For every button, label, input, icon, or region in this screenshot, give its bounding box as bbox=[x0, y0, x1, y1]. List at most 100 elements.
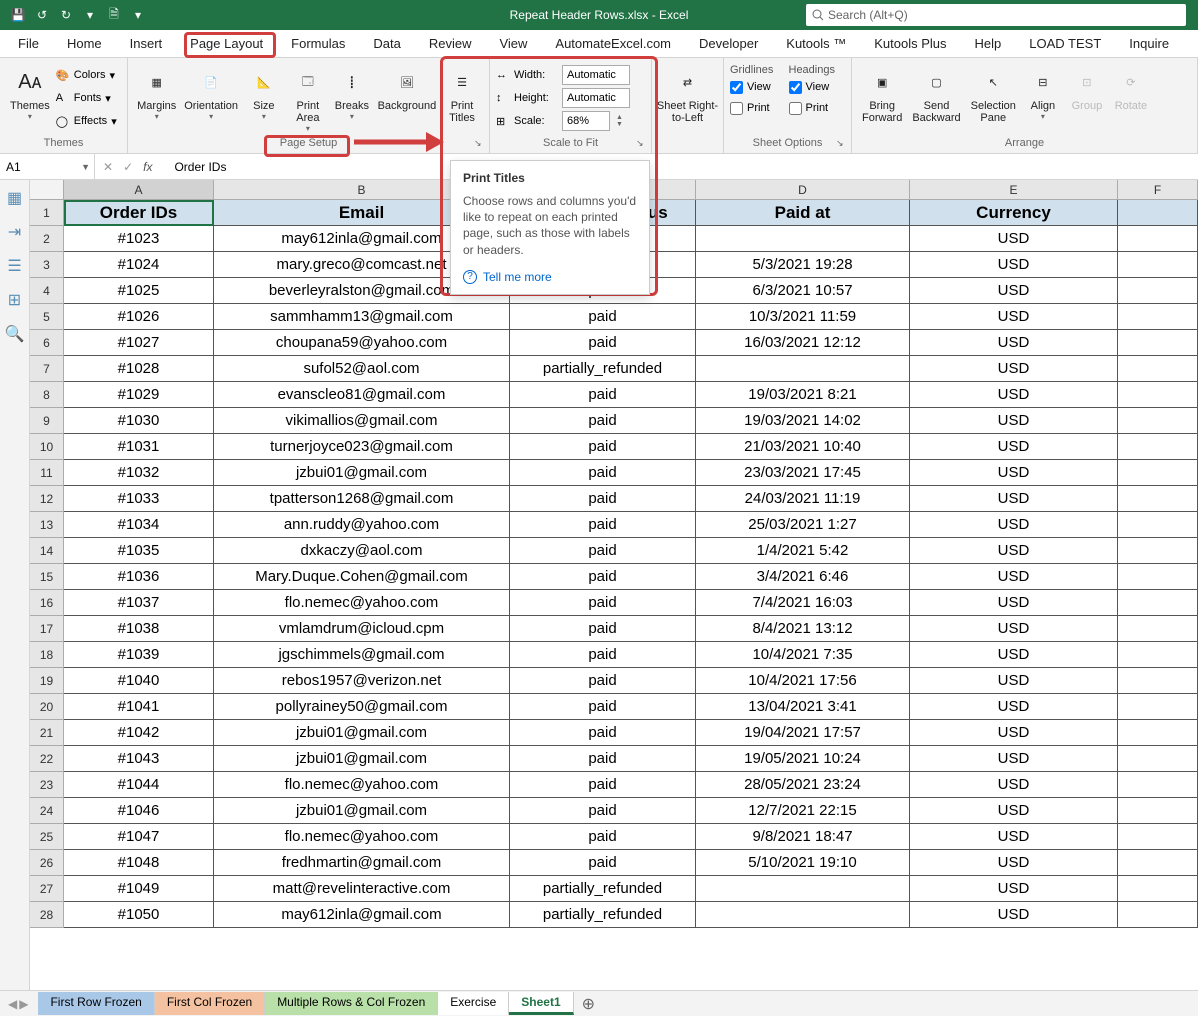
cell[interactable]: paid bbox=[510, 408, 696, 434]
cell[interactable]: USD bbox=[910, 590, 1118, 616]
cell[interactable] bbox=[1118, 252, 1198, 278]
cell[interactable] bbox=[1118, 564, 1198, 590]
cell[interactable]: USD bbox=[910, 330, 1118, 356]
row-header[interactable]: 18 bbox=[30, 642, 64, 668]
cell[interactable]: USD bbox=[910, 538, 1118, 564]
row-header[interactable]: 26 bbox=[30, 850, 64, 876]
cell[interactable]: 5/3/2021 19:28 bbox=[696, 252, 910, 278]
cell[interactable]: partially_refunded bbox=[510, 902, 696, 928]
row-header[interactable]: 8 bbox=[30, 382, 64, 408]
cell[interactable]: USD bbox=[910, 642, 1118, 668]
cell[interactable]: 19/04/2021 17:57 bbox=[696, 720, 910, 746]
cell[interactable] bbox=[1118, 434, 1198, 460]
cell[interactable]: vikimallios@gmail.com bbox=[214, 408, 510, 434]
name-box[interactable]: ▼ bbox=[0, 154, 95, 179]
cell[interactable] bbox=[1118, 200, 1198, 226]
scale-down-icon[interactable]: ▼ bbox=[616, 121, 623, 128]
cell[interactable]: choupana59@yahoo.com bbox=[214, 330, 510, 356]
tab-home[interactable]: Home bbox=[53, 32, 116, 55]
cell[interactable]: 10/3/2021 11:59 bbox=[696, 304, 910, 330]
cell[interactable]: USD bbox=[910, 824, 1118, 850]
cell[interactable]: jzbui01@gmail.com bbox=[214, 746, 510, 772]
cell[interactable]: #1036 bbox=[64, 564, 214, 590]
cell[interactable]: paid bbox=[510, 746, 696, 772]
cell[interactable] bbox=[1118, 720, 1198, 746]
tab-data[interactable]: Data bbox=[359, 32, 414, 55]
cell[interactable]: 12/7/2021 22:15 bbox=[696, 798, 910, 824]
cell[interactable]: #1035 bbox=[64, 538, 214, 564]
cell[interactable]: USD bbox=[910, 850, 1118, 876]
row-header[interactable]: 10 bbox=[30, 434, 64, 460]
cell[interactable] bbox=[1118, 408, 1198, 434]
cell[interactable]: paid bbox=[510, 538, 696, 564]
print-titles-button[interactable]: ☰Print Titles bbox=[441, 64, 483, 126]
cell[interactable]: sufol52@aol.com bbox=[214, 356, 510, 382]
fonts-button[interactable]: AFonts ▾ bbox=[56, 87, 117, 109]
cell[interactable]: jgschimmels@gmail.com bbox=[214, 642, 510, 668]
spreadsheet-grid[interactable]: ABCDEF 1Order IDsEmailFinancial StatusPa… bbox=[30, 180, 1198, 990]
cell[interactable] bbox=[1118, 876, 1198, 902]
cell[interactable] bbox=[1118, 616, 1198, 642]
cell[interactable]: #1029 bbox=[64, 382, 214, 408]
row-header[interactable]: 21 bbox=[30, 720, 64, 746]
cell[interactable]: #1039 bbox=[64, 642, 214, 668]
cell[interactable]: flo.nemec@yahoo.com bbox=[214, 590, 510, 616]
cell[interactable]: turnerjoyce023@gmail.com bbox=[214, 434, 510, 460]
cell[interactable]: 13/04/2021 3:41 bbox=[696, 694, 910, 720]
file-new-icon[interactable]: 🗎 bbox=[104, 5, 124, 25]
headings-view-checkbox[interactable]: View bbox=[789, 77, 846, 97]
tab-kutools-plus[interactable]: Kutools Plus bbox=[860, 32, 960, 55]
cell[interactable]: #1042 bbox=[64, 720, 214, 746]
add-sheet-button[interactable]: ⊕ bbox=[574, 994, 603, 1014]
row-header[interactable]: 22 bbox=[30, 746, 64, 772]
cell[interactable]: paid bbox=[510, 616, 696, 642]
cell[interactable]: 9/8/2021 18:47 bbox=[696, 824, 910, 850]
row-header[interactable]: 4 bbox=[30, 278, 64, 304]
cell[interactable]: #1047 bbox=[64, 824, 214, 850]
cell[interactable]: Paid at bbox=[696, 200, 910, 226]
cell[interactable]: #1041 bbox=[64, 694, 214, 720]
cell[interactable]: flo.nemec@yahoo.com bbox=[214, 824, 510, 850]
cell[interactable] bbox=[1118, 486, 1198, 512]
tab-view[interactable]: View bbox=[485, 32, 541, 55]
bring-forward-button[interactable]: ▣Bring Forward bbox=[858, 64, 906, 126]
cell[interactable]: #1031 bbox=[64, 434, 214, 460]
sheet-tab-first-col-frozen[interactable]: First Col Frozen bbox=[155, 992, 265, 1015]
save-icon[interactable]: 💾 bbox=[8, 5, 28, 25]
cell[interactable]: evanscleo81@gmail.com bbox=[214, 382, 510, 408]
cell[interactable]: USD bbox=[910, 902, 1118, 928]
cell[interactable]: #1044 bbox=[64, 772, 214, 798]
row-header[interactable]: 20 bbox=[30, 694, 64, 720]
row-header[interactable]: 24 bbox=[30, 798, 64, 824]
tab-automateexcel-com[interactable]: AutomateExcel.com bbox=[541, 32, 685, 55]
cell[interactable]: #1046 bbox=[64, 798, 214, 824]
cell[interactable]: #1024 bbox=[64, 252, 214, 278]
breaks-button[interactable]: ┋Breaks▾ bbox=[331, 64, 373, 123]
sheet-rtl-button[interactable]: ⇄Sheet Right- to-Left bbox=[658, 64, 717, 126]
cell[interactable]: tpatterson1268@gmail.com bbox=[214, 486, 510, 512]
row-header[interactable]: 25 bbox=[30, 824, 64, 850]
tab-review[interactable]: Review bbox=[415, 32, 486, 55]
cell[interactable]: USD bbox=[910, 512, 1118, 538]
confirm-formula-icon[interactable]: ✓ bbox=[123, 160, 133, 174]
cell[interactable]: Mary.Duque.Cohen@gmail.com bbox=[214, 564, 510, 590]
cell[interactable]: paid bbox=[510, 772, 696, 798]
cell[interactable] bbox=[1118, 278, 1198, 304]
cell[interactable]: may612inla@gmail.com bbox=[214, 902, 510, 928]
row-header[interactable]: 7 bbox=[30, 356, 64, 382]
cell[interactable] bbox=[696, 356, 910, 382]
cell[interactable]: USD bbox=[910, 278, 1118, 304]
cell[interactable]: 28/05/2021 23:24 bbox=[696, 772, 910, 798]
tab-page-layout[interactable]: Page Layout bbox=[176, 32, 277, 55]
selection-pane-button[interactable]: ↖Selection Pane bbox=[967, 64, 1020, 126]
sheet-tab-multiple-rows-col-frozen[interactable]: Multiple Rows & Col Frozen bbox=[265, 992, 438, 1015]
grid-icon[interactable]: ⊞ bbox=[8, 290, 21, 310]
width-select[interactable] bbox=[562, 65, 630, 85]
cell[interactable] bbox=[696, 876, 910, 902]
sheet-tab-sheet1[interactable]: Sheet1 bbox=[509, 992, 573, 1015]
cell[interactable]: paid bbox=[510, 824, 696, 850]
scale-up-icon[interactable]: ▲ bbox=[616, 114, 623, 121]
height-select[interactable] bbox=[562, 88, 630, 108]
cell[interactable] bbox=[1118, 668, 1198, 694]
cell[interactable] bbox=[1118, 460, 1198, 486]
